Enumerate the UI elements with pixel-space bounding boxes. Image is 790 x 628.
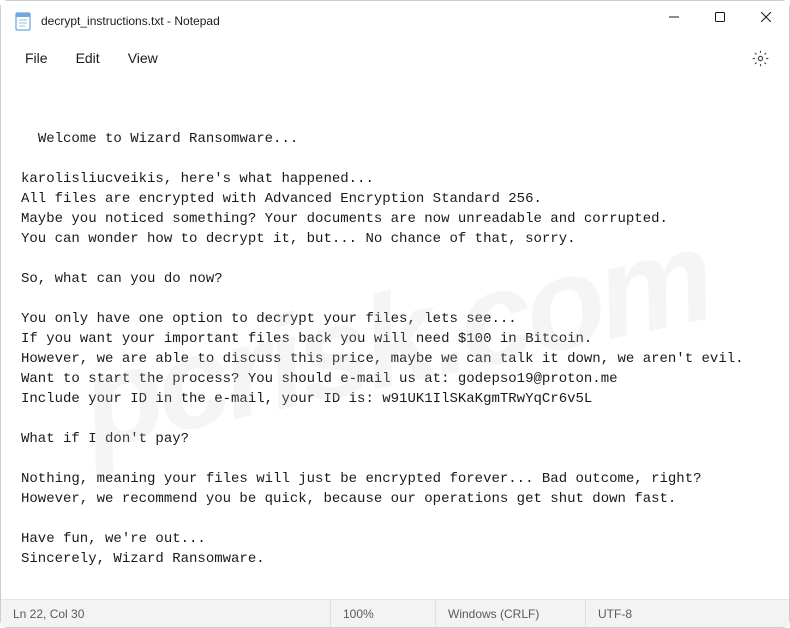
menu-edit[interactable]: Edit — [62, 45, 114, 71]
zoom-level: 100% — [331, 600, 436, 627]
settings-button[interactable] — [742, 46, 779, 71]
window-controls — [651, 1, 789, 41]
cursor-position: Ln 22, Col 30 — [1, 600, 331, 627]
line-ending: Windows (CRLF) — [436, 600, 586, 627]
menu-file[interactable]: File — [11, 45, 62, 71]
encoding: UTF-8 — [586, 600, 789, 627]
minimize-button[interactable] — [651, 1, 697, 33]
document-text: Welcome to Wizard Ransomware... karolisl… — [21, 131, 744, 567]
window-title: decrypt_instructions.txt - Notepad — [41, 14, 220, 28]
statusbar: Ln 22, Col 30 100% Windows (CRLF) UTF-8 — [1, 599, 789, 627]
close-button[interactable] — [743, 1, 789, 33]
notepad-icon — [15, 11, 31, 31]
text-editor-area[interactable]: pcrisk.com Welcome to Wizard Ransomware.… — [1, 79, 789, 599]
menu-view[interactable]: View — [114, 45, 172, 71]
menubar: File Edit View — [1, 41, 789, 79]
titlebar: decrypt_instructions.txt - Notepad — [1, 1, 789, 41]
maximize-button[interactable] — [697, 1, 743, 33]
